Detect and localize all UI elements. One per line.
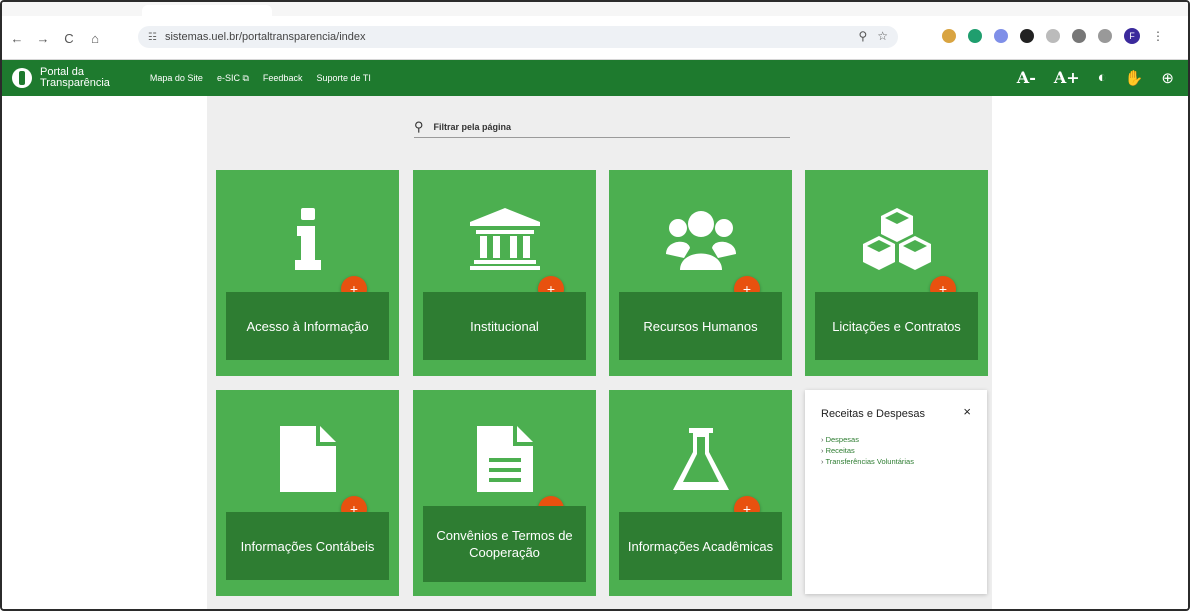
puzzle-icon[interactable] — [1072, 29, 1086, 43]
address-url[interactable]: sistemas.uel.br/portaltransparencia/inde… — [165, 31, 366, 43]
popup-title: Receitas e Despesas — [821, 408, 925, 420]
nav-esic[interactable]: e-SIC ⧉ — [217, 73, 249, 84]
card-convenios-termos[interactable]: + Convênios e Termos de Cooperação — [413, 390, 596, 596]
extension-icon[interactable] — [1020, 29, 1034, 43]
zoom-icon[interactable]: ⚲ — [858, 29, 867, 43]
forward-icon[interactable]: → — [32, 27, 54, 49]
card-label: Institucional — [470, 318, 539, 334]
site-header: Portal da Transparência Mapa do Site e-S… — [2, 60, 1188, 96]
profile-avatar[interactable]: F — [1124, 28, 1140, 44]
menu-icon[interactable]: ⋮ — [1152, 29, 1164, 43]
tab-strip — [2, 2, 1188, 16]
browser-window: ← → C ⌂ ☷ sistemas.uel.br/portaltranspar… — [0, 0, 1190, 611]
address-bar[interactable]: ☷ sistemas.uel.br/portaltransparencia/in… — [138, 26, 898, 48]
nav-support[interactable]: Suporte de TI — [316, 73, 370, 84]
top-nav: Mapa do Site e-SIC ⧉ Feedback Suporte de… — [150, 73, 371, 84]
popup-link-despesas[interactable]: Despesas — [821, 434, 914, 445]
card-label-box: Recursos Humanos — [619, 292, 782, 360]
home-icon[interactable]: ⌂ — [84, 27, 106, 49]
cast-icon[interactable] — [1098, 29, 1112, 43]
extension-icon[interactable] — [968, 29, 982, 43]
browser-chrome: ← → C ⌂ ☷ sistemas.uel.br/portaltranspar… — [2, 2, 1188, 60]
extension-icon[interactable] — [994, 29, 1008, 43]
users-icon — [609, 194, 792, 284]
info-icon — [216, 194, 399, 284]
site-logo[interactable]: Portal da Transparência — [12, 67, 110, 89]
card-acesso-informacao[interactable]: + Acesso à Informação — [216, 170, 399, 376]
bank-icon — [413, 194, 596, 284]
logo-line2: Transparência — [40, 77, 110, 89]
card-label-box: Acesso à Informação — [226, 292, 389, 360]
card-informacoes-contabeis[interactable]: + Informações Contábeis — [216, 390, 399, 596]
extension-icon[interactable] — [1046, 29, 1060, 43]
logo-text: Portal da Transparência — [40, 67, 110, 89]
file-icon — [216, 414, 399, 504]
font-decrease-button[interactable]: A- — [1017, 68, 1036, 87]
contrast-icon[interactable]: ◐ — [1098, 69, 1107, 86]
card-institucional[interactable]: + Institucional — [413, 170, 596, 376]
extensions-bar: F ⋮ — [942, 28, 1164, 44]
extension-icon[interactable] — [942, 29, 956, 43]
popup-link-receitas[interactable]: Receitas — [821, 445, 914, 456]
cubes-icon — [805, 194, 988, 284]
card-label: Recursos Humanos — [643, 318, 758, 334]
filter-input[interactable] — [433, 121, 734, 132]
flask-icon — [609, 414, 792, 504]
card-label: Informações Acadêmicas — [627, 538, 774, 554]
card-label: Acesso à Informação — [246, 318, 369, 334]
font-increase-button[interactable]: A+ — [1054, 68, 1080, 87]
nav-esic-label: e-SIC — [216, 72, 240, 83]
nav-feedback[interactable]: Feedback — [263, 73, 303, 84]
card-label-box: Institucional — [423, 292, 586, 360]
search-icon: ⚲ — [414, 118, 424, 134]
card-licitacoes-contratos[interactable]: + Licitações e Contratos — [805, 170, 988, 376]
card-label-box: Convênios e Termos de Cooperação — [423, 506, 586, 582]
page-content: ⚲ + Acesso à Informação + Institucional … — [2, 96, 1188, 609]
reload-icon[interactable]: C — [58, 27, 80, 49]
card-label: Licitações e Contratos — [832, 318, 961, 334]
card-label-box: Informações Acadêmicas — [619, 512, 782, 580]
card-informacoes-academicas[interactable]: + Informações Acadêmicas — [609, 390, 792, 596]
browser-toolbar: ← → C ⌂ ☷ sistemas.uel.br/portaltranspar… — [2, 16, 1188, 60]
accessibility-icon[interactable]: ⊕ — [1161, 69, 1174, 87]
accessibility-bar: A- A+ ◐ ✋ ⊕ — [1017, 68, 1174, 87]
site-settings-icon[interactable]: ☷ — [148, 32, 157, 43]
bookmark-star-icon[interactable]: ☆ — [877, 29, 888, 43]
card-label-box: Licitações e Contratos — [815, 292, 978, 360]
popup-link-list: Despesas Receitas Transferências Voluntá… — [821, 434, 914, 467]
card-label: Informações Contábeis — [240, 538, 375, 554]
external-link-icon: ⧉ — [242, 72, 249, 83]
card-label: Convênios e Termos de Cooperação — [436, 528, 573, 560]
close-icon[interactable]: × — [963, 404, 971, 419]
filter-bar: ⚲ — [414, 116, 790, 138]
receitas-despesas-popup: Receitas e Despesas × Despesas Receitas … — [805, 390, 987, 594]
popup-link-transferencias[interactable]: Transferências Voluntárias — [821, 456, 914, 467]
document-icon — [413, 414, 596, 504]
sign-language-icon[interactable]: ✋ — [1125, 69, 1144, 87]
card-recursos-humanos[interactable]: + Recursos Humanos — [609, 170, 792, 376]
nav-site-map[interactable]: Mapa do Site — [150, 73, 203, 84]
back-icon[interactable]: ← — [6, 27, 28, 49]
active-tab[interactable] — [142, 5, 272, 16]
uel-logo-icon — [12, 68, 32, 88]
card-label-box: Informações Contábeis — [226, 512, 389, 580]
